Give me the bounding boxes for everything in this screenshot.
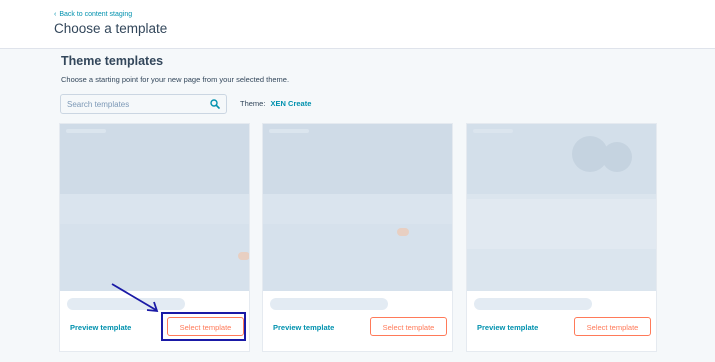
template-name-placeholder	[270, 298, 388, 310]
select-template-button[interactable]: Select template	[574, 317, 651, 336]
search-icon[interactable]	[210, 99, 220, 109]
section-title: Theme templates	[61, 54, 164, 68]
preview-template-link[interactable]: Preview template	[477, 323, 538, 332]
chevron-left-icon: ‹	[54, 11, 57, 18]
template-card: Preview template Select template	[59, 123, 250, 352]
template-card: Preview template Select template	[262, 123, 453, 352]
template-thumbnail[interactable]	[467, 124, 656, 291]
search-box	[60, 94, 227, 114]
theme-name-link[interactable]: XEN Create	[271, 99, 312, 108]
page-header: ‹ Back to content staging Choose a templ…	[0, 0, 715, 49]
search-input[interactable]	[61, 95, 207, 113]
template-thumbnail[interactable]	[60, 124, 249, 291]
section-description: Choose a starting point for your new pag…	[61, 75, 290, 84]
template-name-placeholder	[474, 298, 592, 310]
back-link-label: Back to content staging	[59, 11, 133, 18]
annotation-arrow-icon	[111, 283, 159, 313]
template-card: Preview template Select template	[466, 123, 657, 352]
page-title: Choose a template	[54, 21, 168, 36]
template-thumbnail[interactable]	[263, 124, 452, 291]
back-to-content-staging-link[interactable]: ‹ Back to content staging	[54, 11, 132, 18]
preview-template-link[interactable]: Preview template	[273, 323, 334, 332]
theme-info: Theme: XEN Create	[240, 99, 311, 108]
select-template-button[interactable]: Select template	[370, 317, 447, 336]
select-template-button[interactable]: Select template	[167, 317, 244, 336]
theme-label: Theme:	[240, 99, 266, 108]
preview-template-link[interactable]: Preview template	[70, 323, 131, 332]
